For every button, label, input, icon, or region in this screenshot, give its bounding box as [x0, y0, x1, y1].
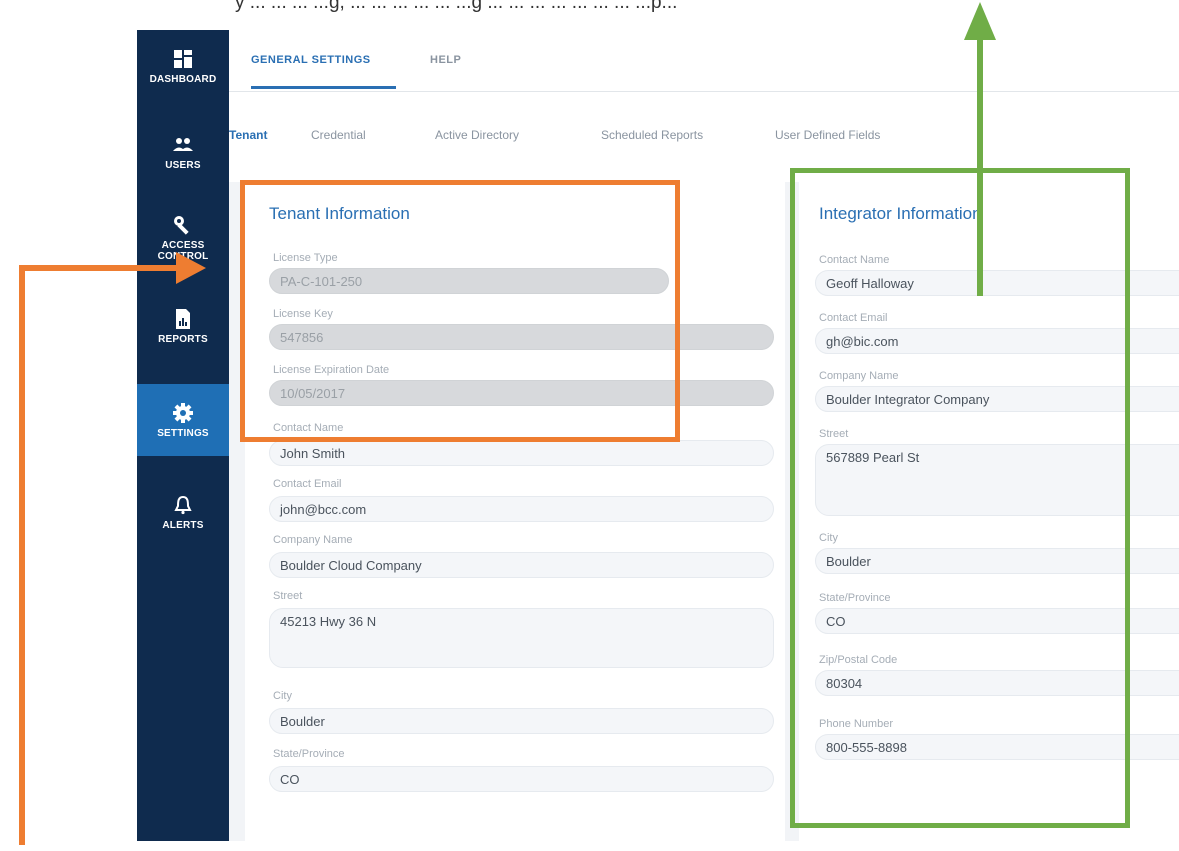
green-arrow	[964, 2, 996, 296]
orange-arrow	[19, 252, 206, 845]
annotation-arrows	[19, 2, 996, 845]
